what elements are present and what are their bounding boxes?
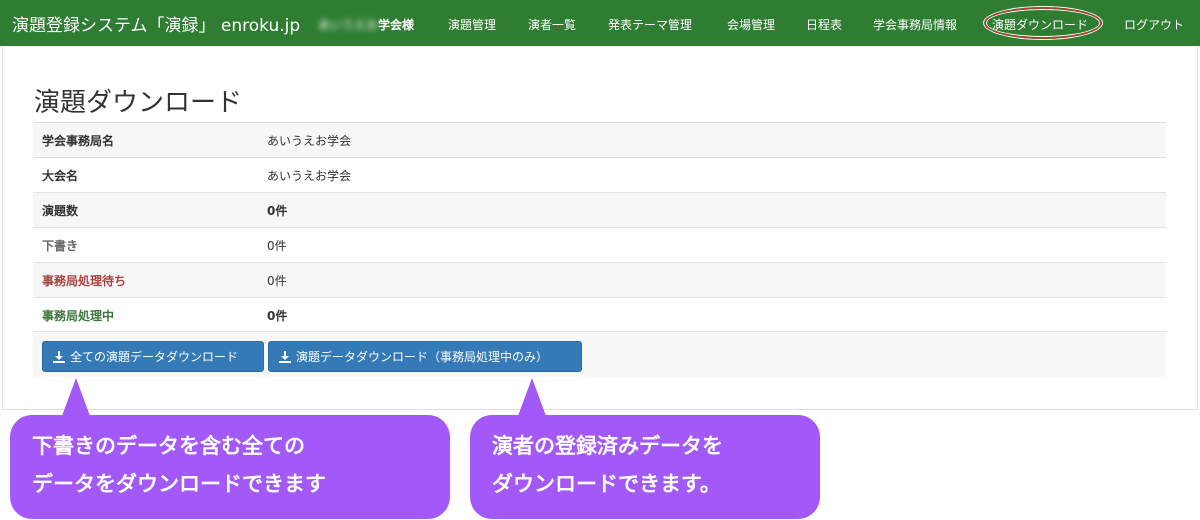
nav-item-venue-management[interactable]: 会場管理 [727,16,775,33]
download-processing-label: 演題データダウンロード（事務局処理中のみ） [296,350,549,364]
table-row: 事務局処理中 0件 [33,297,1166,333]
row-value-pending: 0件 [267,262,1166,298]
nav-item-schedule[interactable]: 日程表 [806,16,842,33]
row-label-office-name: 学会事務局名 [33,122,267,158]
row-value-office-name: あいうえお学会 [267,122,1166,158]
callout-tail-right [518,378,546,416]
row-label-conference-name: 大会名 [33,157,267,193]
button-row: 全ての演題データダウンロード 演題データダウンロード（事務局処理中のみ） [33,331,1166,377]
app-brand[interactable]: 演題登録システム「演録」 enroku.jp [0,11,314,36]
nav-user-name: あいうえお学会様 [318,16,414,33]
table-row: 学会事務局名 あいうえお学会 [33,122,1166,158]
download-icon [53,350,65,363]
nav-item-presenter-list[interactable]: 演者一覧 [528,16,576,33]
callout-tail-left [62,378,90,416]
row-label-processing: 事務局処理中 [33,297,267,333]
callout-right-line-2: ダウンロードできます。 [492,472,721,496]
download-all-button[interactable]: 全ての演題データダウンロード [42,341,264,372]
table-row: 演題数 0件 [33,192,1166,228]
info-table: 学会事務局名 あいうえお学会 大会名 あいうえお学会 演題数 0件 下書き 0件… [33,122,1166,333]
nav-user-blurred: あいうえお [318,18,379,32]
nav-item-abstract-management[interactable]: 演題管理 [448,16,496,33]
row-value-draft: 0件 [267,227,1166,263]
table-row: 大会名 あいうえお学会 [33,157,1166,193]
callout-left-line-2: データをダウンロードできます [32,472,326,496]
callout-left-line-1: 下書きのデータを含む全ての [32,434,305,458]
nav-item-logout[interactable]: ログアウト [1124,16,1184,33]
callout-right-line-1: 演者の登録済みデータを [492,434,723,458]
row-value-abstract-count: 0件 [267,192,1166,228]
highlight-ring [984,7,1102,39]
nav-item-office-info[interactable]: 学会事務局情報 [873,16,957,33]
row-value-conference-name: あいうえお学会 [267,157,1166,193]
download-all-label: 全ての演題データダウンロード [70,350,239,364]
row-label-pending: 事務局処理待ち [33,262,267,298]
callout-download-all: 下書きのデータを含む全ての データをダウンロードできます [10,415,450,519]
nav-user-suffix: 学会様 [378,18,415,32]
nav-item-theme-management[interactable]: 発表テーマ管理 [608,16,692,33]
download-icon [279,350,291,363]
table-row: 事務局処理待ち 0件 [33,262,1166,298]
row-label-draft: 下書き [33,227,267,263]
download-processing-button[interactable]: 演題データダウンロード（事務局処理中のみ） [268,341,582,372]
callout-download-processing: 演者の登録済みデータを ダウンロードできます。 [470,415,820,519]
top-navbar: 演題登録システム「演録」 enroku.jp あいうえお学会様 演題管理 演者一… [0,0,1200,46]
row-value-processing: 0件 [267,297,1166,333]
table-row: 下書き 0件 [33,227,1166,263]
page-title: 演題ダウンロード [34,88,243,118]
row-label-abstract-count: 演題数 [33,192,267,228]
